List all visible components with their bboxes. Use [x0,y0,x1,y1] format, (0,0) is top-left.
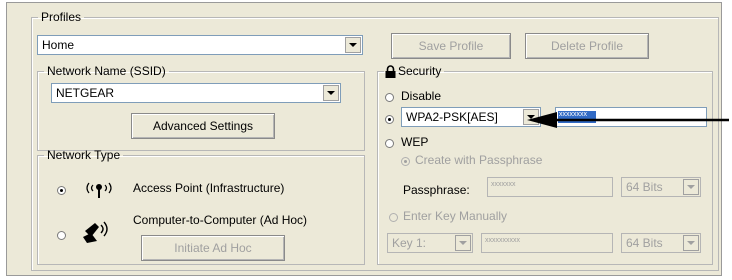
profile-dropdown-arrow[interactable] [345,37,361,53]
chevron-down-icon [687,185,695,189]
security-wep-radio[interactable] [385,139,394,148]
ssid-legend: Network Name (SSID) [47,64,166,78]
adhoc-label: Computer-to-Computer (Ad Hoc) [133,213,308,227]
initiate-adhoc-button[interactable]: Initiate Ad Hoc [141,235,285,261]
key-slot-select[interactable]: Key 1: [387,233,473,253]
adhoc-radio[interactable] [57,231,66,240]
key-slot-value: Key 1: [392,236,427,250]
enter-key-manually-radio[interactable] [389,213,398,222]
access-point-radio[interactable] [57,186,66,195]
chevron-down-icon [327,91,335,95]
manual-key-field[interactable]: xxxxxxxxxx [481,233,613,253]
annotation-arrow [527,111,729,132]
passphrase-label: Passphrase: [403,183,470,197]
profiles-legend: Profiles [41,10,82,24]
access-point-icon [83,179,115,202]
chevron-down-icon [349,43,357,47]
passphrase-masked: xxxxxxx [491,181,516,188]
profile-selected-value: Home [42,38,75,52]
network-type-legend: Network Type [47,148,121,162]
chevron-down-icon [687,241,695,245]
lock-icon [385,65,396,81]
ssid-dropdown-arrow[interactable] [323,85,339,101]
advanced-settings-button[interactable]: Advanced Settings [131,113,275,139]
create-passphrase-radio[interactable] [401,157,410,166]
access-point-label: Access Point (Infrastructure) [133,181,285,195]
profile-select[interactable]: Home [37,35,363,55]
ssid-selected-value: NETGEAR [56,86,115,100]
delete-profile-button[interactable]: Delete Profile [525,33,649,59]
wireless-settings-panel: Profiles Home Save Profile Delete Profil… [6,2,729,276]
security-wpa-radio[interactable] [385,115,394,124]
save-profile-button[interactable]: Save Profile [391,33,511,59]
chevron-down-icon [459,241,467,245]
ssid-select[interactable]: NETGEAR [51,83,341,103]
security-mode-select[interactable]: WPA2-PSK[AES] [401,107,541,127]
security-wep-label: WEP [401,135,429,149]
bits-select-2-value: 64 Bits [626,236,663,250]
adhoc-icon [81,219,111,248]
bits-select-2[interactable]: 64 Bits [621,233,701,253]
bits-select-1-arrow[interactable] [683,179,699,195]
bits-select-1-value: 64 Bits [626,180,663,194]
bits-select-1[interactable]: 64 Bits [621,177,701,197]
security-mode-value: WPA2-PSK[AES] [406,110,498,124]
security-disable-label: Disable [401,89,442,103]
passphrase-field[interactable]: xxxxxxx [487,177,613,197]
key-slot-arrow[interactable] [455,235,471,251]
manual-key-masked: xxxxxxxxxx [485,237,520,244]
enter-key-manually-label: Enter Key Manually [403,209,508,223]
bits-select-2-arrow[interactable] [683,235,699,251]
create-passphrase-label: Create with Passphrase [415,153,543,167]
security-disable-radio[interactable] [385,93,394,102]
